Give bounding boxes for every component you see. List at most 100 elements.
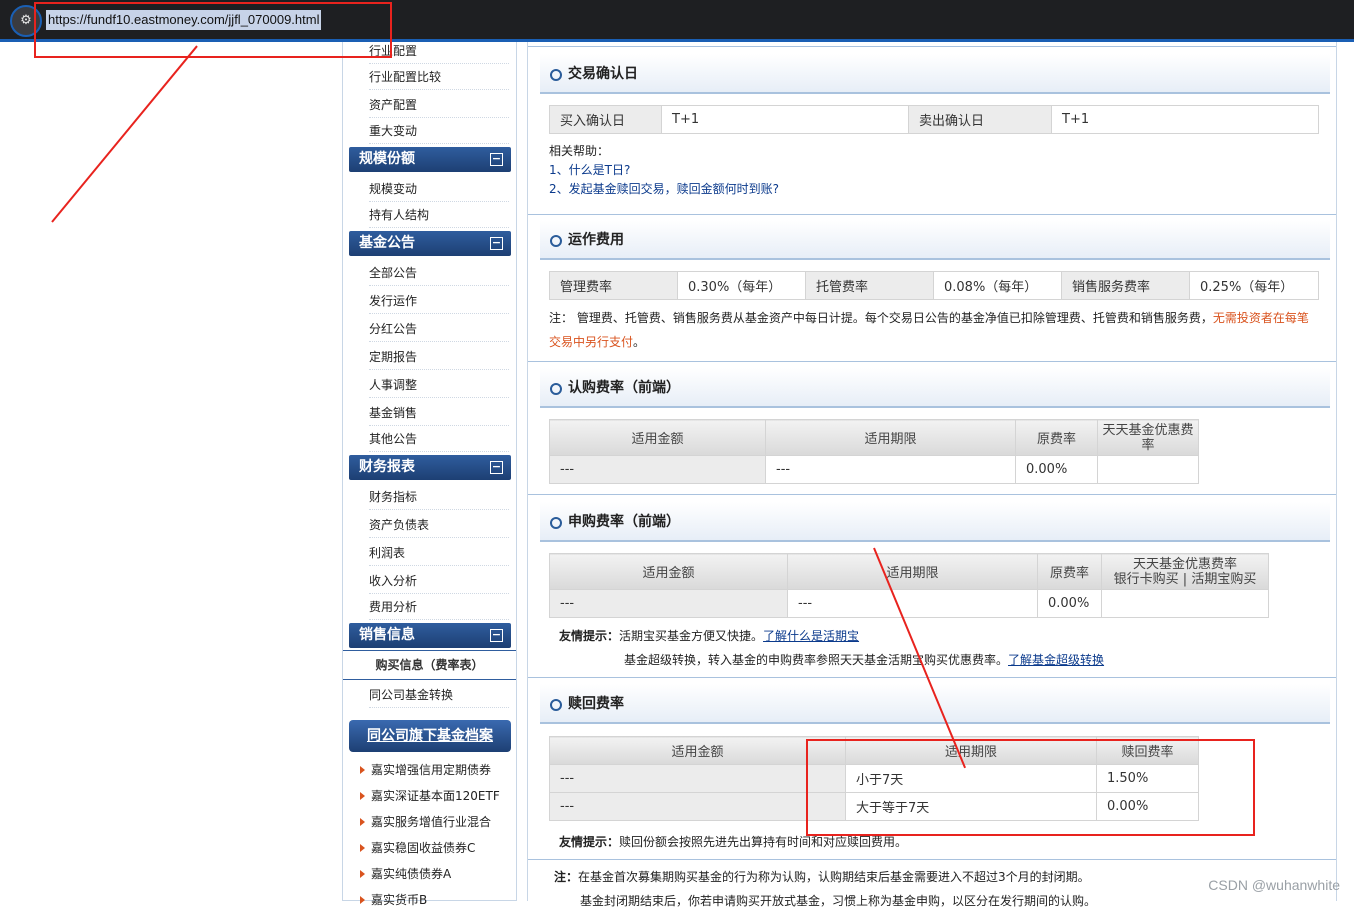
sidebar-item-major-changes[interactable]: 重大变动 — [369, 118, 509, 144]
sidebar-group-finance[interactable]: 财务报表 − — [349, 455, 511, 480]
mgmt-fee-label: 管理费率 — [550, 272, 678, 300]
tip-label: 友情提示： — [559, 629, 619, 643]
related-fund-link[interactable]: 嘉实服务增值行业混合 — [371, 812, 491, 832]
section-title-operating: 运作费用 — [540, 220, 1330, 260]
huoqibao-purchase: 活期宝购买 — [1191, 572, 1256, 587]
help-label: 相关帮助： — [549, 142, 779, 161]
section-divider — [528, 859, 1336, 860]
note-prefix: 注： — [554, 870, 578, 884]
section-divider — [528, 361, 1336, 362]
related-fund-link[interactable]: 嘉实深证基本面120ETF — [371, 786, 500, 806]
cell-discount-rate — [1098, 456, 1199, 484]
sidebar-item-fund-transfer[interactable]: 同公司基金转换 — [369, 682, 509, 708]
note-end: 。 — [633, 335, 645, 349]
operating-note: 注： 管理费、托管费、销售服务费从基金资产中每日计提。每个交易日公告的基金净值已… — [549, 306, 1319, 354]
sidebar-group-title: 财务报表 — [359, 459, 415, 475]
related-fund-link[interactable]: 嘉实货币B — [371, 890, 427, 910]
sidebar-item-financial-index[interactable]: 财务指标 — [369, 484, 509, 510]
tip-text: 赎回份额会按照先进先出算持有时间和对应赎回费用。 — [619, 835, 907, 849]
section-title-confirm: 交易确认日 — [540, 54, 1330, 94]
sidebar-item-holder-structure[interactable]: 持有人结构 — [369, 202, 509, 228]
section-divider — [528, 46, 1336, 47]
col-discount-rate: 天天基金优惠费率 — [1098, 420, 1199, 456]
related-fund-link[interactable]: 嘉实稳固收益债券C — [371, 838, 475, 858]
cell-period: --- — [788, 590, 1038, 618]
operating-fee-table: 管理费率 0.30%（每年） 托管费率 0.08%（每年） 销售服务费率 0.2… — [549, 271, 1319, 300]
related-funds-title[interactable]: 同公司旗下基金档案 — [349, 720, 511, 752]
sidebar-item-all-notices[interactable]: 全部公告 — [369, 260, 509, 286]
purchase-tip-1: 友情提示：活期宝买基金方便又快捷。了解什么是活期宝 — [559, 624, 859, 648]
section-title-subscribe: 认购费率（前端） — [540, 368, 1330, 408]
sidebar-item-revenue-analysis[interactable]: 收入分析 — [369, 568, 509, 594]
cell-amount: --- — [550, 765, 846, 793]
huoqibao-link[interactable]: 了解什么是活期宝 — [763, 629, 859, 643]
collapse-icon[interactable]: − — [490, 237, 503, 250]
sell-confirm-value: T+1 — [1052, 106, 1319, 134]
col-amount: 适用金额 — [550, 420, 766, 456]
sidebar-item-personnel[interactable]: 人事调整 — [369, 372, 509, 398]
sidebar-item-fee-table-active[interactable]: 购买信息（费率表） — [343, 650, 516, 680]
note-body: 管理费、托管费、销售服务费从基金资产中每日计提。每个交易日公告的基金净值已扣除管… — [577, 311, 1213, 325]
discount-sub: 银行卡购买 | 活期宝购买 — [1104, 572, 1266, 587]
cell-amount: --- — [550, 590, 788, 618]
note-line-1: 在基金首次募集期购买基金的行为称为认购，认购期结束后基金需要进入不超过3个月的封… — [578, 870, 1090, 884]
sidebar-item-sales-notice[interactable]: 基金销售 — [369, 400, 509, 426]
section-title-redeem: 赎回费率 — [540, 684, 1330, 724]
collapse-icon[interactable]: − — [490, 153, 503, 166]
subscribe-fee-table: 适用金额 适用期限 原费率 天天基金优惠费率 --- --- 0.00% — [549, 419, 1199, 484]
mgmt-fee-value: 0.30%（每年） — [678, 272, 806, 300]
col-amount: 适用金额 — [550, 737, 846, 765]
note-prefix: 注： — [549, 311, 573, 325]
sidebar-group-sales[interactable]: 销售信息 − — [349, 623, 511, 648]
annotation-arrow-line — [51, 45, 198, 222]
sidebar-item-industry-compare[interactable]: 行业配置比较 — [369, 64, 509, 90]
help-block: 相关帮助： 1、什么是T日? 2、发起基金赎回交易，赎回金额何时到账? — [549, 142, 779, 199]
bank-card-purchase: 银行卡购买 — [1114, 572, 1179, 587]
buy-confirm-label: 买入确认日 — [550, 106, 662, 134]
service-fee-value: 0.25%（每年） — [1190, 272, 1319, 300]
sidebar-item-asset-config[interactable]: 资产配置 — [369, 92, 509, 118]
collapse-icon[interactable]: − — [490, 629, 503, 642]
collapse-icon[interactable]: − — [490, 461, 503, 474]
buy-confirm-value: T+1 — [662, 106, 909, 134]
section-title-purchase: 申购费率（前端） — [540, 502, 1330, 542]
purchase-tip-2: 基金超级转换，转入基金的申购费率参照天天基金活期宝购买优惠费率。了解基金超级转换 — [624, 648, 1104, 672]
related-fund-link[interactable]: 嘉实增强信用定期债券 — [371, 760, 491, 780]
sidebar-item-dividend[interactable]: 分红公告 — [369, 316, 509, 342]
discount-title: 天天基金优惠费率 — [1104, 557, 1266, 572]
sidebar-group-notice[interactable]: 基金公告 − — [349, 231, 511, 256]
service-fee-label: 销售服务费率 — [1062, 272, 1190, 300]
annotation-box-redeem — [806, 739, 1255, 836]
sidebar-group-title: 销售信息 — [359, 627, 415, 643]
col-orig-rate: 原费率 — [1016, 420, 1098, 456]
sidebar-item-periodic[interactable]: 定期报告 — [369, 344, 509, 370]
sidebar-item-issuance[interactable]: 发行运作 — [369, 288, 509, 314]
cell-discount-rate — [1102, 590, 1269, 618]
sidebar-group-title: 基金公告 — [359, 235, 415, 251]
col-amount: 适用金额 — [550, 554, 788, 590]
cell-orig-rate: 0.00% — [1038, 590, 1102, 618]
sell-confirm-label: 卖出确认日 — [909, 106, 1052, 134]
help-link-tday[interactable]: 1、什么是T日? — [549, 161, 779, 180]
sidebar-group-title: 规模份额 — [359, 151, 415, 167]
sidebar-item-other-notice[interactable]: 其他公告 — [369, 426, 509, 452]
purchase-fee-table: 适用金额 适用期限 原费率 天天基金优惠费率 银行卡购买 | 活期宝购买 ---… — [549, 553, 1269, 618]
tip-text: 基金超级转换，转入基金的申购费率参照天天基金活期宝购买优惠费率。 — [624, 653, 1008, 667]
confirm-table: 买入确认日 T+1 卖出确认日 T+1 — [549, 105, 1319, 134]
sidebar-item-balance-sheet[interactable]: 资产负债表 — [369, 512, 509, 538]
col-period: 适用期限 — [788, 554, 1038, 590]
tip-label: 友情提示： — [559, 835, 619, 849]
col-period: 适用期限 — [766, 420, 1016, 456]
section-divider — [528, 214, 1336, 215]
help-link-redeem-arrival[interactable]: 2、发起基金赎回交易，赎回金额何时到账? — [549, 180, 779, 199]
sidebar-item-income-statement[interactable]: 利润表 — [369, 540, 509, 566]
sidebar-group-scale[interactable]: 规模份额 − — [349, 147, 511, 172]
watermark: CSDN @wuhanwhite — [1208, 877, 1340, 893]
sidebar-item-scale-change[interactable]: 规模变动 — [369, 176, 509, 202]
super-transfer-link[interactable]: 了解基金超级转换 — [1008, 653, 1104, 667]
sidebar-item-cost-analysis[interactable]: 费用分析 — [369, 594, 509, 620]
cell-orig-rate: 0.00% — [1016, 456, 1098, 484]
tip-text: 活期宝买基金方便又快捷。 — [619, 629, 763, 643]
cell-period: --- — [766, 456, 1016, 484]
related-fund-link[interactable]: 嘉实纯债债券A — [371, 864, 451, 884]
